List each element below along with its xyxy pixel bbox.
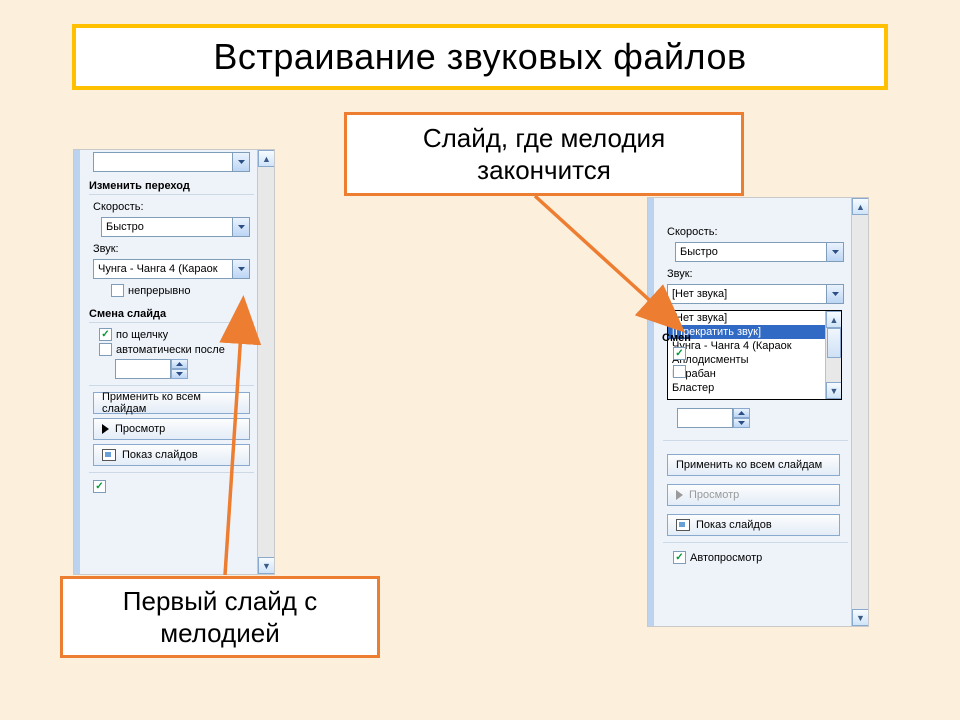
callout-end-slide: Слайд, где мелодия закончится — [344, 112, 744, 196]
slide-title-box: Встраивание звуковых файлов — [72, 24, 888, 90]
scroll-thumb[interactable] — [827, 328, 841, 358]
autopreview-row-cut[interactable]: ✓ — [89, 479, 254, 494]
scroll-down-button[interactable]: ▼ — [852, 609, 868, 626]
speed-value: Быстро — [680, 246, 718, 258]
dropdown-item[interactable]: [Нет звука] — [668, 311, 841, 325]
apply-all-label: Применить ко всем слайдам — [102, 391, 241, 415]
apply-all-label: Применить ко всем слайдам — [676, 459, 822, 471]
scroll-down-button[interactable]: ▼ — [258, 557, 274, 574]
preview-button[interactable]: Просмотр — [93, 418, 250, 440]
dropdown-item[interactable]: Аплодисменты — [668, 353, 841, 367]
time-spinner-field[interactable] — [115, 359, 171, 379]
slideshow-label: Показ слайдов — [696, 519, 772, 531]
divider — [663, 440, 848, 441]
slideshow-button[interactable]: Показ слайдов — [667, 514, 840, 536]
speed-label: Скорость: — [663, 224, 848, 240]
panel-accent-bar — [648, 198, 654, 626]
autopreview-row[interactable]: ✓ Автопросмотр — [663, 550, 762, 565]
spinner-up-icon[interactable] — [733, 408, 750, 418]
speed-dropdown[interactable]: Быстро — [675, 242, 844, 262]
sound-label: Звук: — [89, 241, 254, 257]
slide-title: Встраивание звуковых файлов — [213, 36, 746, 78]
auto-after-row[interactable]: автоматически после — [89, 342, 254, 357]
callout-end-slide-text: Слайд, где мелодия закончится — [355, 122, 733, 187]
dropdown-scrollbar[interactable]: ▲ ▼ — [825, 311, 841, 399]
on-click-checkbox[interactable]: ✓ — [673, 347, 686, 360]
slideshow-icon — [102, 449, 116, 461]
scrollbar[interactable]: ▲ ▼ — [257, 150, 274, 574]
transition-panel-left: ▲ ▼ Изменить переход Скорость: Быстро Зв… — [74, 150, 274, 574]
autopreview-checkbox[interactable]: ✓ — [93, 480, 106, 493]
scroll-down-button[interactable]: ▼ — [826, 382, 841, 399]
dropdown-item[interactable]: Барабан — [668, 367, 841, 381]
apply-all-button[interactable]: Применить ко всем слайдам — [667, 454, 840, 476]
auto-after-spinner[interactable] — [115, 359, 254, 379]
on-click-checkbox[interactable]: ✓ — [99, 328, 112, 341]
speed-label: Скорость: — [89, 199, 254, 215]
divider — [663, 542, 848, 543]
section-advance-short: Смен — [662, 328, 696, 346]
chevron-down-icon[interactable] — [826, 243, 843, 261]
transition-panel-right: ▲ ▼ Скорость: Быстро Звук: [Нет звука] [… — [648, 198, 868, 626]
preview-label: Просмотр — [115, 423, 165, 435]
autopreview-label: Автопросмотр — [690, 552, 762, 564]
speed-value: Быстро — [106, 221, 144, 233]
play-icon — [676, 490, 683, 500]
slideshow-icon — [676, 519, 690, 531]
sound-label: Звук: — [663, 266, 848, 282]
apply-all-button[interactable]: Применить ко всем слайдам — [93, 392, 250, 414]
effect-dropdown-cut[interactable] — [93, 152, 250, 172]
scroll-up-button[interactable]: ▲ — [826, 311, 841, 328]
section-transition: Изменить переход — [89, 176, 254, 195]
sound-value: [Нет звука] — [672, 288, 727, 300]
spinner-up-icon[interactable] — [171, 359, 188, 369]
divider — [89, 472, 254, 473]
slideshow-label: Показ слайдов — [122, 449, 198, 461]
auto-after-checkbox[interactable] — [673, 365, 686, 378]
preview-button-disabled: Просмотр — [667, 484, 840, 506]
chevron-down-icon[interactable] — [232, 260, 249, 278]
loop-checkbox[interactable] — [111, 284, 124, 297]
spinner-down-icon[interactable] — [733, 418, 750, 428]
sound-dropdown[interactable]: Чунга - Чанга 4 (Караок — [93, 259, 250, 279]
spinner-down-icon[interactable] — [171, 369, 188, 379]
auto-after-checkbox[interactable] — [99, 343, 112, 356]
slideshow-button[interactable]: Показ слайдов — [93, 444, 250, 466]
sound-dropdown-list[interactable]: [Нет звука] [Прекратить звук] Чунга - Ча… — [667, 310, 842, 400]
time-spinner-field[interactable] — [677, 408, 733, 428]
on-click-label: по щелчку — [116, 329, 168, 341]
preview-label: Просмотр — [689, 489, 739, 501]
chevron-down-icon[interactable] — [232, 218, 249, 236]
time-spinner-buttons[interactable] — [171, 359, 188, 379]
dropdown-item[interactable]: Бластер — [668, 381, 841, 395]
section-advance: Смена слайда — [89, 304, 254, 323]
on-click-row-partial[interactable]: ✓ — [663, 346, 686, 361]
autopreview-checkbox[interactable]: ✓ — [673, 551, 686, 564]
on-click-row[interactable]: ✓ по щелчку — [89, 327, 254, 342]
callout-first-slide: Первый слайд с мелодией — [60, 576, 380, 658]
effect-value — [98, 156, 101, 168]
play-icon — [102, 424, 109, 434]
divider — [89, 385, 254, 386]
callout-first-slide-text: Первый слайд с мелодией — [71, 585, 369, 650]
auto-after-spinner[interactable] — [677, 408, 750, 428]
time-spinner-buttons[interactable] — [733, 408, 750, 428]
scroll-up-button[interactable]: ▲ — [258, 150, 274, 167]
chevron-down-icon[interactable] — [826, 285, 843, 303]
loop-checkbox-row[interactable]: непрерывно — [89, 283, 254, 298]
auto-after-label: автоматически после — [116, 344, 225, 356]
scroll-up-button[interactable]: ▲ — [852, 198, 868, 215]
scrollbar[interactable]: ▲ ▼ — [851, 198, 868, 626]
sound-dropdown-open[interactable]: [Нет звука] — [667, 284, 844, 304]
chevron-down-icon[interactable] — [232, 153, 249, 171]
speed-dropdown[interactable]: Быстро — [101, 217, 250, 237]
panel-accent-bar — [74, 150, 80, 574]
auto-after-row-partial[interactable] — [663, 364, 686, 379]
loop-label: непрерывно — [128, 285, 190, 297]
sound-value: Чунга - Чанга 4 (Караок — [98, 263, 218, 275]
